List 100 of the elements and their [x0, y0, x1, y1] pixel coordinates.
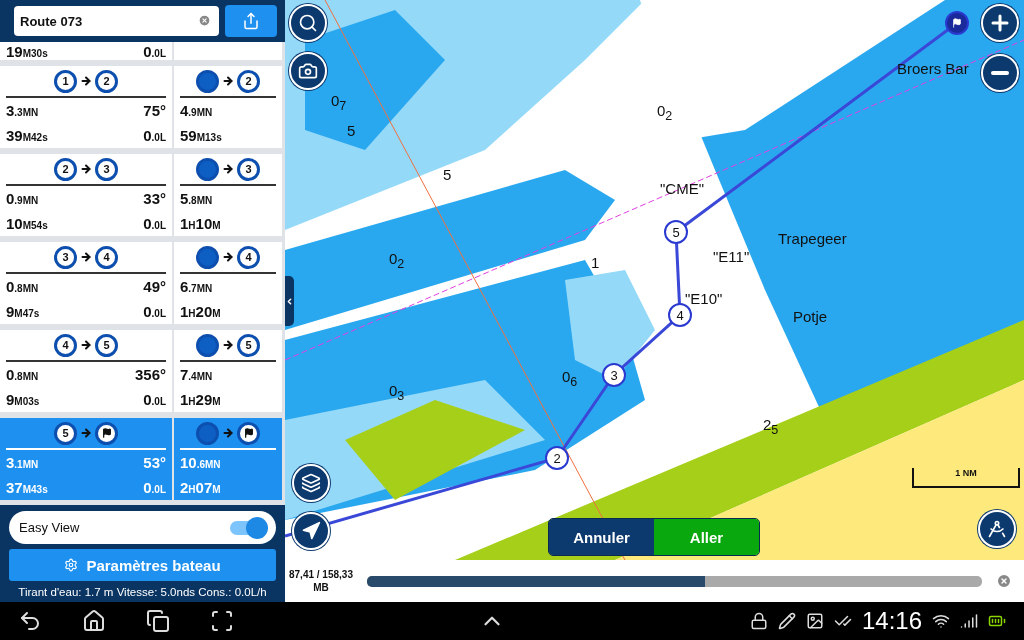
screenshot-icon[interactable]: [210, 609, 234, 633]
arrow-icon: [222, 251, 234, 263]
total-time: 1H20M: [180, 303, 221, 320]
leg-bearing: 356°: [134, 366, 166, 383]
depth-sounding: 2$_{5}$: [763, 416, 779, 437]
leg-distance: 3.3MN: [6, 102, 39, 119]
total-distance: 6.7MN: [180, 278, 213, 295]
clock-time: 14:16: [861, 607, 922, 635]
route-name-field[interactable]: Route 073: [14, 6, 219, 36]
leg-bearing: 53°: [143, 454, 166, 471]
scale-bar: 1 NM: [912, 468, 1020, 488]
position-dot-icon: [196, 333, 219, 357]
arrow-icon: [80, 427, 92, 439]
leg-card[interactable]: 2 3 0.9MN 33° 10M54s 0.0L: [0, 154, 172, 236]
gear-icon: [64, 558, 79, 572]
leg-card[interactable]: 5 3.1MN 53° 37M43s 0.0L: [0, 418, 172, 500]
waypoint-badge: 2: [54, 157, 77, 181]
signal-icon: [960, 612, 978, 630]
total-card[interactable]: 2 4.9MN 59M13s: [174, 66, 282, 148]
chevron-left-icon: [285, 296, 294, 306]
total-card[interactable]: 5 7.4MN 1H29M: [174, 330, 282, 412]
leg-card[interactable]: 3 4 0.8MN 49° 9M47s 0.0L: [0, 242, 172, 324]
arrow-icon: [80, 75, 92, 87]
collapse-tab[interactable]: [285, 276, 294, 326]
search-icon: [298, 13, 318, 33]
waypoint-badge: 4: [95, 245, 118, 269]
compass-icon: [987, 519, 1007, 539]
waypoint-badge: 4: [54, 333, 77, 357]
leg-time: 10M54s: [6, 215, 48, 232]
arrow-icon: [80, 163, 92, 175]
waypoint-badge: 3: [237, 157, 260, 181]
leg-bearing: 49°: [143, 278, 166, 295]
leg-distance: 0.8MN: [6, 278, 39, 295]
waypoint-badge: 4: [237, 245, 260, 269]
recent-apps-icon[interactable]: [146, 609, 170, 633]
total-time: 1H29M: [180, 391, 221, 408]
waypoint-badge: 5: [54, 421, 77, 445]
depth-sounding: 0$_{2}$: [389, 250, 405, 271]
arrow-icon: [80, 339, 92, 351]
total-time: 59M13s: [180, 127, 222, 144]
map-label: Potje: [793, 308, 828, 325]
wifi-icon: [932, 612, 950, 630]
total-distance: 5.8MN: [180, 190, 213, 207]
clear-icon[interactable]: [198, 14, 211, 27]
arrow-icon: [80, 251, 92, 263]
position-dot-icon: [196, 69, 219, 93]
arrow-icon: [222, 339, 234, 351]
waypoint-marker[interactable]: 5: [664, 220, 688, 244]
lock-icon: [749, 612, 768, 630]
total-distance: 7.4MN: [180, 366, 213, 383]
leg-distance: 0.8MN: [6, 366, 39, 383]
map-label: "E11": [713, 248, 750, 265]
arrow-icon: [222, 163, 234, 175]
camera-icon: [298, 61, 318, 81]
arrow-icon: [222, 427, 234, 439]
map-label: "CME": [660, 180, 704, 197]
depth-sounding: 1: [591, 254, 600, 271]
pencil-icon: [777, 612, 796, 630]
share-button[interactable]: [225, 5, 277, 37]
cancel-download-icon[interactable]: [996, 573, 1012, 589]
waypoint-marker[interactable]: 4: [668, 303, 692, 327]
leg-fuel: 0.0L: [143, 127, 166, 144]
easy-view-toggle[interactable]: Easy View: [9, 511, 276, 544]
navigation-arrow-icon: [301, 521, 321, 541]
finish-flag-icon: [95, 421, 118, 445]
depth-sounding: 0$_{2}$: [657, 102, 673, 123]
leg-fuel: 0.0L: [143, 479, 166, 496]
waypoint-badge: 2: [95, 69, 118, 93]
leg-time: 9M47s: [6, 303, 40, 320]
back-icon[interactable]: [18, 609, 42, 633]
total-time: 2H07M: [180, 479, 221, 496]
total-distance: 10.6MN: [180, 454, 221, 471]
navigation-button[interactable]: [292, 512, 330, 550]
total-distance: 4.9MN: [180, 102, 213, 119]
depth-sounding: 0$_{3}$: [389, 382, 405, 403]
download-size-text: 87,41 / 158,33 MB: [289, 568, 353, 594]
total-time: 1H10M: [180, 215, 221, 232]
leg-time: 37M43s: [6, 479, 48, 496]
leg-time: 39M42s: [6, 127, 48, 144]
leg-card[interactable]: 1 2 3.3MN 75° 39M42s 0.0L: [0, 66, 172, 148]
map-label: Trapegeer: [778, 230, 847, 247]
leg-time: 19M30s: [6, 42, 48, 60]
layers-icon: [301, 473, 321, 493]
leg-bearing: 33°: [143, 190, 166, 207]
leg-card[interactable]: 4 5 0.8MN 356° 9M03s 0.0L: [0, 330, 172, 412]
cancel-button[interactable]: Annuler: [549, 519, 654, 555]
waypoint-marker[interactable]: 2: [545, 446, 569, 470]
leg-distance: 3.1MN: [6, 454, 39, 471]
waypoint-badge: 5: [237, 333, 260, 357]
leg-distance: 0.9MN: [6, 190, 39, 207]
boat-status-text: Tirant d'eau: 1.7 m Vitesse: 5.0nds Cons.: 0.0L/h: [17, 586, 268, 598]
toggle-label: Easy View: [19, 520, 80, 535]
leg-fuel: 0.0L: [143, 303, 166, 320]
total-card[interactable]: 4 6.7MN 1H20M: [174, 242, 282, 324]
position-dot-icon: [196, 157, 219, 181]
home-icon[interactable]: [82, 609, 106, 633]
depth-sounding: 5: [443, 166, 452, 183]
waypoint-badge: 5: [95, 333, 118, 357]
total-card[interactable]: 3 5.8MN 1H10M: [174, 154, 282, 236]
minus-icon: [991, 71, 1009, 75]
